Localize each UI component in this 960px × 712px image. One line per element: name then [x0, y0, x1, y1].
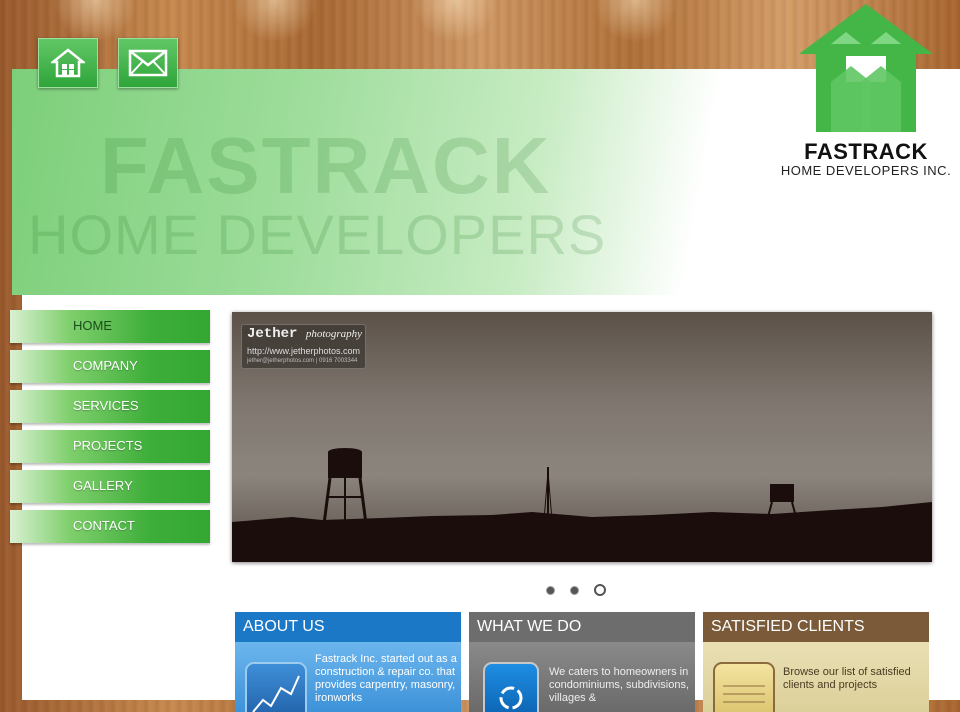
box-text: Fastrack Inc. started out as a construct…: [315, 653, 457, 704]
banner-ghost-subtitle: HOME DEVELOPERS: [28, 203, 607, 266]
box-title: WHAT WE DO: [469, 612, 695, 642]
slider-pagination: [546, 584, 606, 596]
nav-item-home[interactable]: HOME: [10, 310, 210, 343]
nav-label: HOME: [73, 318, 112, 333]
logo[interactable]: FASTRACK HOME DEVELOPERS INC.: [780, 4, 952, 178]
nav-label: CONTACT: [73, 518, 135, 533]
photo-watermark: Jether photography http://www.jetherphot…: [241, 324, 366, 369]
home-icon: [51, 48, 85, 78]
nav-item-services[interactable]: SERVICES: [10, 390, 210, 423]
box-title: ABOUT US: [235, 612, 461, 642]
notepad-icon: [713, 662, 775, 712]
nav-item-company[interactable]: COMPANY: [10, 350, 210, 383]
slider-dot-3[interactable]: [594, 584, 606, 596]
recycle-icon: [483, 662, 539, 712]
nav-label: SERVICES: [73, 398, 139, 413]
slider-dot-1[interactable]: [546, 586, 555, 595]
box-title: SATISFIED CLIENTS: [703, 612, 929, 642]
banner-ghost-title: FASTRACK: [100, 121, 552, 210]
nav-item-projects[interactable]: PROJECTS: [10, 430, 210, 463]
chart-icon: [245, 662, 307, 712]
nav-item-gallery[interactable]: GALLERY: [10, 470, 210, 503]
box-body: Browse our list of satisfied clients and…: [703, 642, 929, 712]
house-logo-icon: [799, 4, 933, 132]
nav-label: GALLERY: [73, 478, 133, 493]
slider-dot-2[interactable]: [570, 586, 579, 595]
logo-name: FASTRACK: [804, 139, 928, 164]
nav-label: COMPANY: [73, 358, 138, 373]
mail-button[interactable]: [118, 38, 178, 88]
logo-subtitle: HOME DEVELOPERS INC.: [780, 163, 952, 178]
nav-item-contact[interactable]: CONTACT: [10, 510, 210, 543]
watermark-contact: jether@jetherphotos.com | 0916 7003344: [247, 358, 358, 364]
top-icon-bar: [38, 38, 178, 88]
what-we-do-box[interactable]: WHAT WE DO We caters to homeowners in co…: [469, 612, 695, 712]
box-body: Fastrack Inc. started out as a construct…: [235, 642, 461, 712]
about-us-box[interactable]: ABOUT US Fastrack Inc. started out as a …: [235, 612, 461, 712]
image-slider[interactable]: Jether photography http://www.jetherphot…: [232, 312, 932, 562]
box-text: We caters to homeowners in condominiums,…: [549, 666, 690, 704]
feature-boxes: ABOUT US Fastrack Inc. started out as a …: [235, 612, 929, 712]
main-nav: HOME COMPANY SERVICES PROJECTS GALLERY C…: [10, 310, 210, 550]
box-text: Browse our list of satisfied clients and…: [783, 666, 911, 691]
nav-label: PROJECTS: [73, 438, 143, 453]
satisfied-clients-box[interactable]: SATISFIED CLIENTS Browse our list of sat…: [703, 612, 929, 712]
watermark-url: http://www.jetherphotos.com: [247, 346, 361, 356]
mail-icon: [128, 49, 168, 77]
box-body: We caters to homeowners in condominiums,…: [469, 642, 695, 712]
home-button[interactable]: [38, 38, 98, 88]
watermark-title: Jether photography: [247, 326, 363, 342]
